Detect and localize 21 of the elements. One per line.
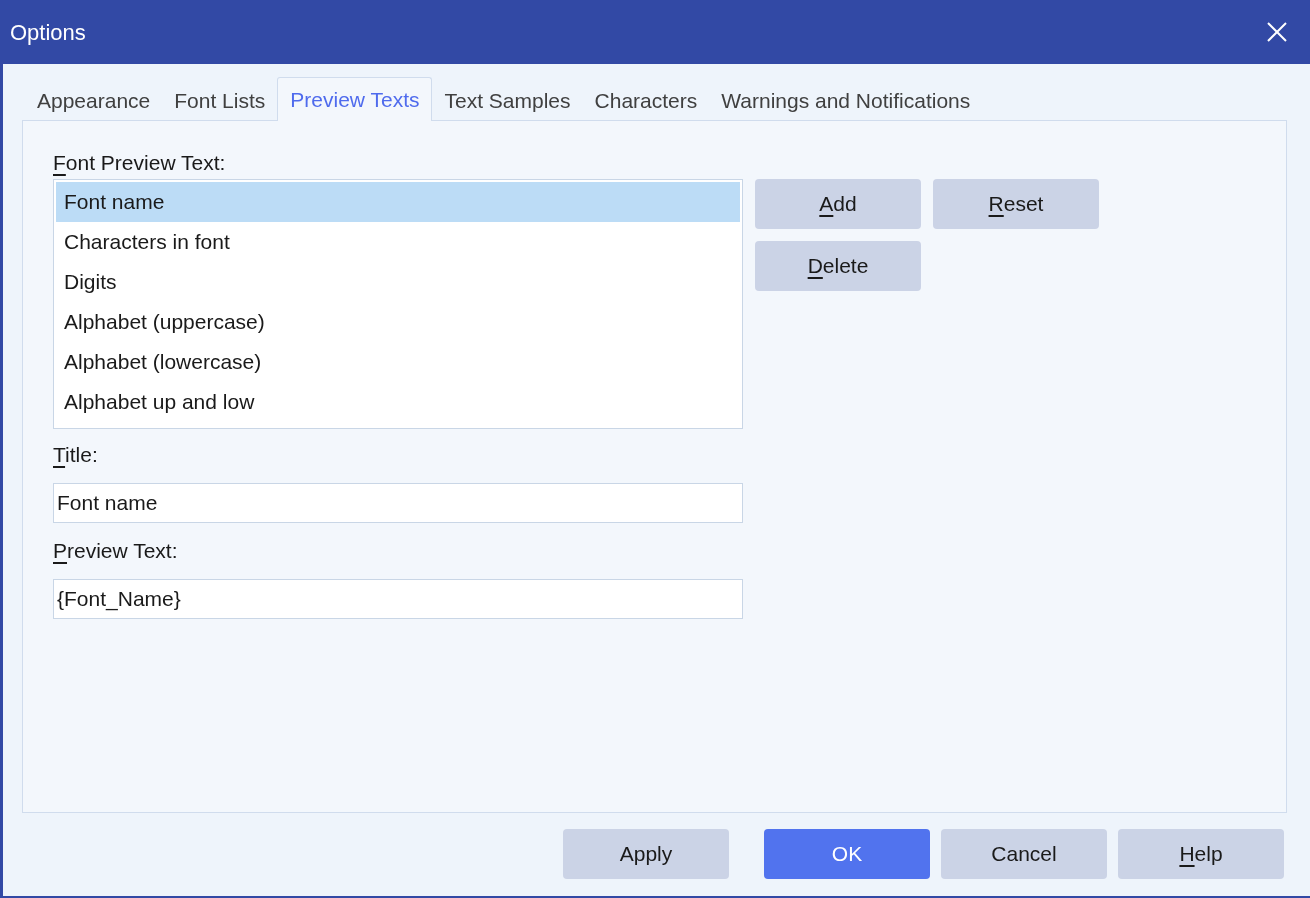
tab[interactable]: Font Lists bbox=[162, 81, 278, 121]
list-item[interactable]: Font name bbox=[56, 182, 740, 222]
dialog-button[interactable]: Cancel bbox=[941, 829, 1107, 879]
tab[interactable]: Preview Texts bbox=[277, 77, 433, 121]
tab[interactable]: Characters bbox=[582, 81, 710, 121]
tab[interactable]: Text Samples bbox=[432, 81, 583, 121]
list-action-button[interactable]: Add bbox=[755, 179, 921, 229]
dialog-button[interactable]: Help bbox=[1118, 829, 1284, 879]
title-label: Title: bbox=[53, 442, 99, 468]
preview-text-field[interactable]: {Font_Name} bbox=[53, 579, 743, 619]
dialog-button[interactable]: OK bbox=[764, 829, 930, 879]
list-action-button[interactable]: Delete bbox=[755, 241, 921, 291]
tab[interactable]: Appearance bbox=[25, 81, 163, 121]
tab[interactable]: Warnings and Notifications bbox=[709, 81, 983, 121]
preview-text-label: Preview Text: bbox=[53, 538, 179, 564]
title-field[interactable]: Font name bbox=[53, 483, 743, 523]
close-icon[interactable] bbox=[1266, 21, 1288, 43]
dialog-button[interactable]: Apply bbox=[563, 829, 729, 879]
list-action-button[interactable]: Reset bbox=[933, 179, 1099, 229]
list-label: Font Preview Text: bbox=[53, 150, 227, 176]
window-title: Options bbox=[10, 18, 86, 47]
